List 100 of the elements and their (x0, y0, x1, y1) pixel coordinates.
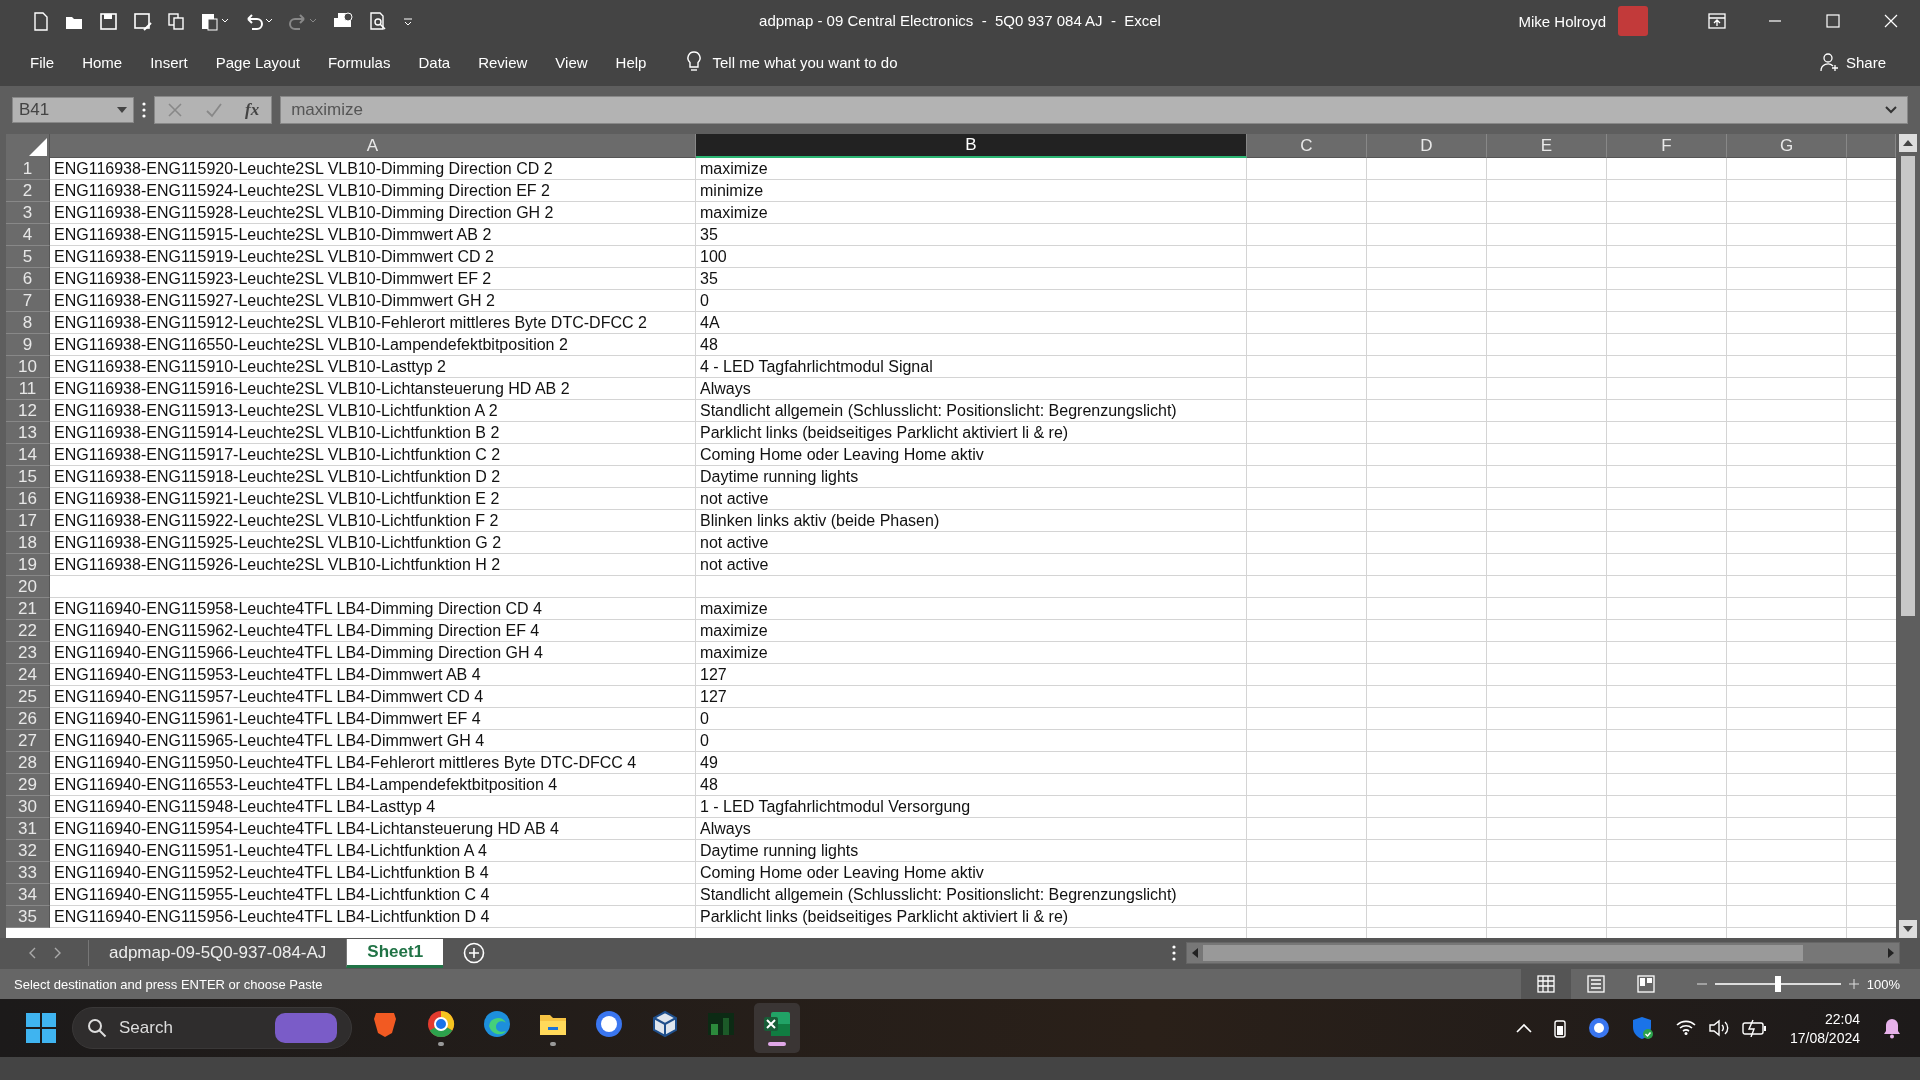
share-button[interactable]: Share (1813, 51, 1892, 73)
scroll-up-button[interactable] (1899, 134, 1917, 152)
column-header[interactable]: C (1247, 134, 1367, 158)
scroll-down-button[interactable] (1899, 920, 1917, 938)
row-header[interactable]: 32 (6, 840, 50, 862)
ribbon-tab[interactable]: Help (615, 49, 647, 75)
row-header[interactable]: 23 (6, 642, 50, 664)
horizontal-scrollbar[interactable] (1186, 942, 1900, 964)
column-header[interactable]: E (1487, 134, 1607, 158)
row-header[interactable]: 22 (6, 620, 50, 642)
table-cell: ENG116938-ENG115926-Leuchte2SL VLB10-Lichtfunktion H 2 (54, 556, 501, 574)
row-header[interactable]: 2 (6, 180, 50, 202)
row-header[interactable]: 1 (6, 158, 50, 180)
paste-icon[interactable] (200, 11, 230, 31)
lightbulb-icon[interactable] (686, 51, 703, 73)
row-header[interactable]: 24 (6, 664, 50, 686)
row-header[interactable]: 8 (6, 312, 50, 334)
row-header[interactable]: 26 (6, 708, 50, 730)
battery-charging-icon[interactable] (1741, 1019, 1768, 1037)
ribbon-tab[interactable]: Home (82, 49, 123, 75)
tell-me-search[interactable]: Tell me what you want to do (712, 53, 898, 71)
column-header[interactable]: D (1367, 134, 1487, 158)
battery-icon[interactable] (1553, 1018, 1566, 1038)
row-header[interactable]: 29 (6, 774, 50, 796)
row-header[interactable]: 3 (6, 202, 50, 224)
row-header[interactable]: 9 (6, 334, 50, 356)
row-header[interactable]: 25 (6, 686, 50, 708)
speaker-icon[interactable] (1707, 1019, 1730, 1037)
row-header[interactable]: 19 (6, 554, 50, 576)
ribbon-tab[interactable]: View (555, 49, 588, 75)
cell-grid[interactable] (6, 134, 1896, 938)
vertical-scrollbar[interactable] (1896, 134, 1920, 938)
ring-circle-icon[interactable] (1587, 1017, 1610, 1039)
formula-input[interactable]: maximize (280, 96, 1908, 124)
save-icon[interactable] (98, 11, 118, 31)
row-header[interactable]: 30 (6, 796, 50, 818)
ribbon-tab[interactable]: Page Layout (215, 49, 300, 75)
row-header[interactable]: 33 (6, 862, 50, 884)
taskbar-app[interactable] (754, 1003, 800, 1053)
ribbon-tab[interactable]: File (30, 49, 55, 75)
row-header[interactable]: 11 (6, 378, 50, 400)
row-header[interactable]: 4 (6, 224, 50, 246)
zoom-slider-thumb[interactable] (1774, 976, 1781, 992)
row-header[interactable]: 21 (6, 598, 50, 620)
splitter-dots-icon[interactable] (1172, 945, 1176, 961)
undo-icon[interactable] (244, 11, 274, 31)
scroll-thumb[interactable] (1203, 945, 1803, 961)
more-options-icon[interactable] (142, 102, 146, 118)
chevron-up-icon[interactable] (1515, 1023, 1532, 1033)
clock[interactable]: 22:04 17/08/2024 (1789, 1010, 1860, 1046)
next-sheet-icon[interactable] (54, 947, 62, 959)
column-header[interactable]: A (50, 134, 696, 158)
zoom-percentage[interactable]: 100% (1866, 976, 1900, 992)
row-header[interactable]: 17 (6, 510, 50, 532)
row-header[interactable]: 31 (6, 818, 50, 840)
enter-check-icon[interactable] (205, 102, 223, 118)
row-header[interactable]: 16 (6, 488, 50, 510)
row-header[interactable]: 20 (6, 576, 50, 598)
row-header[interactable]: 6 (6, 268, 50, 290)
table-cell: 4 - LED Tagfahrlichtmodul Signal (700, 358, 933, 376)
shield-check-icon[interactable] (1631, 1016, 1654, 1040)
sheet-tab[interactable]: Sheet1 (346, 938, 444, 968)
column-header[interactable]: F (1607, 134, 1727, 158)
row-header[interactable]: 34 (6, 884, 50, 906)
copy-icon[interactable] (166, 11, 186, 31)
redo-icon[interactable] (288, 11, 318, 31)
insert-function-button[interactable]: fx (245, 100, 260, 120)
row-header[interactable]: 10 (6, 356, 50, 378)
table-cell: maximize (700, 204, 768, 222)
row-header[interactable]: 15 (6, 466, 50, 488)
column-header[interactable]: G (1727, 134, 1847, 158)
scroll-thumb[interactable] (1901, 156, 1915, 616)
print-preview-icon[interactable] (368, 11, 388, 31)
normal-view-button[interactable] (1520, 969, 1571, 999)
ribbon-tab[interactable]: Formulas (327, 49, 391, 75)
row-header[interactable]: 18 (6, 532, 50, 554)
table-cell: ENG116940-ENG115966-Leuchte4TFL LB4-Dimming Direction GH 4 (54, 644, 543, 662)
row-header[interactable]: 28 (6, 752, 50, 774)
table-cell: ENG116938-ENG115917-Leuchte2SL VLB10-Lichtfunktion C 2 (54, 446, 501, 464)
ribbon-tab[interactable]: Insert (150, 49, 188, 75)
ribbon-tab[interactable]: Review (478, 49, 528, 75)
bell-icon[interactable] (1882, 1017, 1902, 1039)
wifi-icon[interactable] (1675, 1019, 1696, 1035)
previous-sheet-icon[interactable] (28, 947, 36, 959)
row-header[interactable]: 14 (6, 444, 50, 466)
row-header[interactable]: 27 (6, 730, 50, 752)
zoom-in-icon[interactable] (1848, 979, 1859, 989)
row-header[interactable]: 7 (6, 290, 50, 312)
row-header[interactable]: 35 (6, 906, 50, 928)
column-header[interactable]: B (696, 134, 1247, 158)
name-box[interactable]: B41 (12, 97, 134, 123)
row-header[interactable]: 12 (6, 400, 50, 422)
row-header[interactable]: 5 (6, 246, 50, 268)
save-as-icon[interactable] (132, 11, 152, 31)
select-all-button[interactable] (6, 134, 50, 158)
table-cell: Parklicht links (beidseitiges Parklicht aktiviert li & re) (700, 908, 1069, 926)
row-header[interactable]: 13 (6, 422, 50, 444)
taskbar-search[interactable]: Search (72, 1007, 352, 1049)
start-button[interactable] (26, 1013, 56, 1043)
ribbon-tab[interactable]: Data (418, 49, 451, 75)
